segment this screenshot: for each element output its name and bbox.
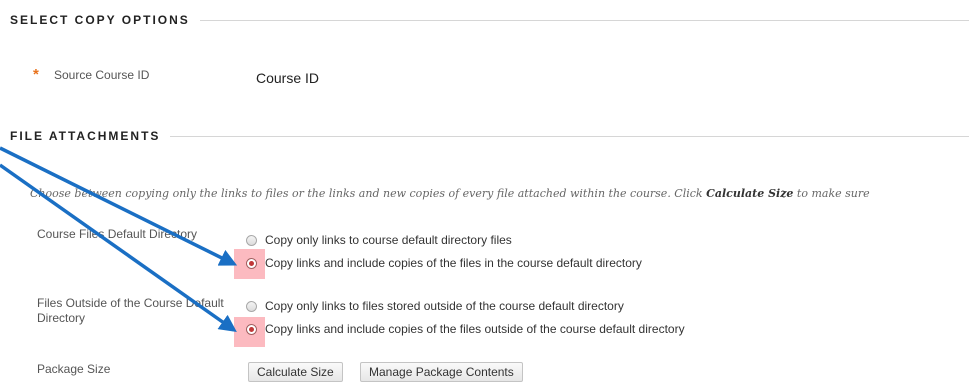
section-divider [170, 135, 969, 137]
required-asterisk-icon: * [33, 66, 39, 83]
section-title: FILE ATTACHMENTS [10, 129, 161, 143]
default-dir-option-links-only[interactable]: Copy only links to course default direct… [246, 232, 512, 248]
option-label: Copy links and include copies of the fil… [265, 322, 685, 336]
file-attachments-instructions: Choose between copying only the links to… [30, 187, 969, 200]
default-directory-label: Course Files Default Directory [37, 227, 198, 241]
outside-directory-label: Files Outside of the Course Default Dire… [37, 296, 224, 325]
outside-dir-option-include-copies[interactable]: Copy links and include copies of the fil… [246, 321, 685, 337]
outside-dir-option-links-only[interactable]: Copy only links to files stored outside … [246, 298, 624, 314]
default-dir-option-include-copies[interactable]: Copy links and include copies of the fil… [246, 255, 642, 271]
section-divider [199, 19, 969, 21]
manage-package-contents-button[interactable]: Manage Package Contents [360, 362, 523, 382]
annotation-arrow [0, 146, 238, 266]
radio-button[interactable] [246, 234, 257, 246]
option-label: Copy only links to files stored outside … [265, 299, 624, 313]
instructions-text-end: to make sure [793, 187, 870, 200]
section-header-select-copy-options: SELECT COPY OPTIONS [10, 12, 969, 28]
radio-button-selected[interactable] [246, 257, 257, 269]
option-label: Copy only links to course default direct… [265, 233, 512, 247]
source-course-id-value: Course ID [256, 70, 320, 86]
instructions-text: Choose between copying only the links to… [30, 187, 707, 200]
source-course-id-label: Source Course ID [54, 68, 150, 82]
radio-button[interactable] [246, 300, 257, 312]
option-label: Copy links and include copies of the fil… [265, 256, 642, 270]
section-header-file-attachments: FILE ATTACHMENTS [10, 128, 969, 144]
section-title: SELECT COPY OPTIONS [10, 13, 190, 27]
instructions-bold: Calculate Size [706, 187, 794, 200]
package-size-label: Package Size [37, 362, 111, 376]
radio-button-selected[interactable] [246, 323, 257, 335]
calculate-size-button[interactable]: Calculate Size [248, 362, 343, 382]
